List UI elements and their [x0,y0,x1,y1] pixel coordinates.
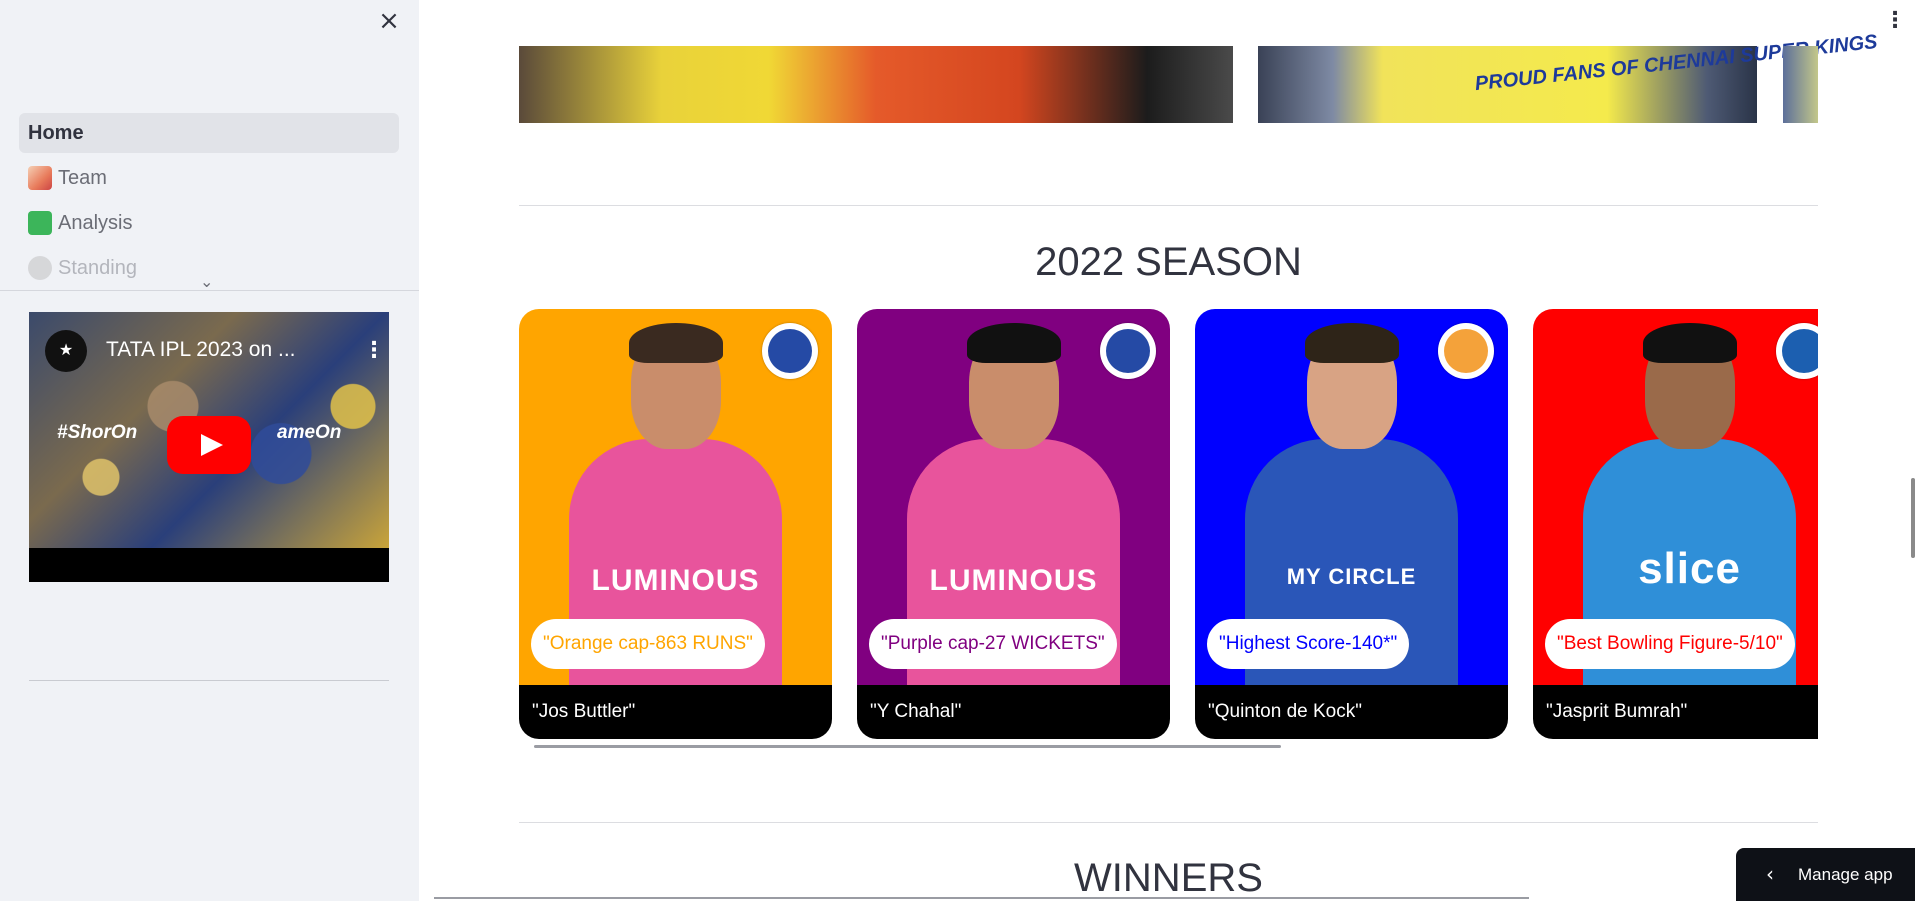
player-card[interactable]: LUMINOUS "Orange cap-863 RUNS" "Jos Butt… [519,309,832,739]
sidebar-item-label: Home [28,121,84,144]
horizontal-scrollbar[interactable] [534,745,1281,748]
divider [29,680,389,681]
sidebar-item-label: Team [58,166,107,189]
player-name: "Quinton de Kock" [1195,685,1508,739]
play-button-icon[interactable] [167,416,251,474]
manage-app-button[interactable]: ‹ Manage app [1736,848,1915,901]
stat-badge: "Best Bowling Figure-5/10" [1545,619,1795,669]
team-logo-icon [1438,323,1494,379]
chevron-left-icon: ‹ [1766,862,1774,886]
jersey-text: LUMINOUS [591,564,760,597]
video-title[interactable]: TATA IPL 2023 on ... [106,338,296,362]
channel-logo-icon[interactable]: ★ [45,330,87,372]
stat-badge: "Highest Score-140*" [1207,619,1410,669]
player-card[interactable]: LUMINOUS "Purple cap-27 WICKETS" "Y Chah… [857,309,1170,739]
sidebar-nav: Home Team Analysis Standing [19,113,399,283]
jersey-text: MY CIRCLE [1286,564,1417,589]
team-logo-icon [762,323,818,379]
video-hashtag: #ShorOn [57,422,138,443]
manage-app-label: Manage app [1798,865,1893,884]
main-menu-icon[interactable]: ⋮ [1884,8,1906,33]
more-options-icon[interactable]: ⋮ [363,338,385,363]
team-logo-icon [1100,323,1156,379]
section-title: WINNERS [1074,856,1263,900]
player-name: "Y Chahal" [857,685,1170,739]
jersey-text: slice [1638,544,1741,593]
sidebar-item-label: Analysis [58,211,133,234]
sidebar: × Home Team Analysis Standing ⌄ ★ TATA I… [0,0,419,901]
player-cards-carousel[interactable]: LUMINOUS "Orange cap-863 RUNS" "Jos Butt… [519,309,1818,739]
video-hashtag: ameOn [277,422,342,443]
vertical-scrollbar[interactable] [1911,478,1915,558]
jersey-text: LUMINOUS [929,564,1098,597]
carousel-image [519,46,1233,123]
player-card[interactable]: MY CIRCLE "Highest Score-140*" "Quinton … [1195,309,1508,739]
stat-badge: "Purple cap-27 WICKETS" [869,619,1117,669]
main-content: WROGN PROUD FANS OF CHENNAI SUPER KINGS … [419,0,1915,901]
divider [519,205,1818,206]
expand-nav-icon[interactable]: ⌄ [200,272,213,291]
divider [0,290,419,291]
sidebar-item-analysis[interactable]: Analysis [19,203,399,243]
horizontal-scrollbar[interactable] [434,897,1529,899]
video-player[interactable]: ★ TATA IPL 2023 on ... ⋮ #ShorOn ameOn [29,312,389,582]
player-card[interactable]: slice "Best Bowling Figure-5/10" "Jaspri… [1533,309,1818,739]
player-name: "Jos Buttler" [519,685,832,739]
close-sidebar-icon[interactable]: × [376,8,402,34]
sidebar-item-team[interactable]: Team [19,158,399,198]
sidebar-item-home[interactable]: Home [19,113,399,153]
chart-increasing-icon [28,211,52,235]
divider [519,822,1818,823]
player-name: "Jasprit Bumrah" [1533,685,1818,739]
cricket-bat-icon [28,166,52,190]
flexed-biceps-icon [28,256,52,280]
carousel-image [1783,46,1818,123]
section-title: 2022 SEASON [1035,240,1302,284]
sidebar-item-label: Standing [58,256,137,279]
stat-badge: "Orange cap-863 RUNS" [531,619,765,669]
